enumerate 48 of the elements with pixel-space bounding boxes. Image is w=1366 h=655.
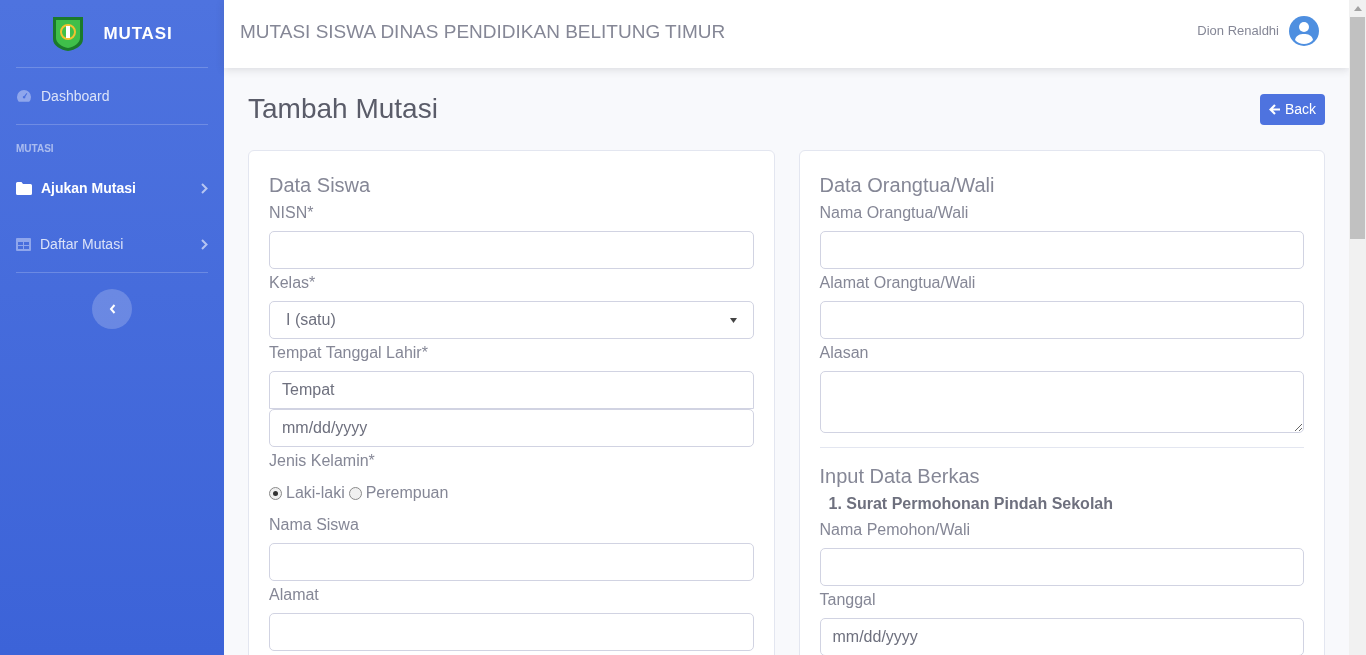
crest-logo bbox=[51, 15, 84, 52]
field-label: Nama Pemohon/Wali bbox=[819, 520, 972, 540]
input-field[interactable] bbox=[819, 231, 1304, 269]
input-field[interactable]: Tempat bbox=[269, 371, 754, 409]
folder-icon bbox=[16, 181, 32, 195]
back-button[interactable]: Back bbox=[1259, 93, 1325, 125]
field-label: Jenis Kelamin* bbox=[269, 451, 376, 471]
subheading: 1. Surat Permohonan Pindah Sekolah bbox=[827, 494, 1114, 514]
sidebar-heading: MUTASI bbox=[16, 142, 55, 156]
gauge-icon bbox=[16, 89, 32, 103]
input-field[interactable] bbox=[819, 301, 1304, 339]
input-field[interactable]: mm/dd/yyyy bbox=[269, 409, 754, 447]
input-field[interactable] bbox=[269, 543, 754, 581]
textarea-field[interactable] bbox=[819, 371, 1304, 433]
field-label: Nama Siswa bbox=[269, 515, 360, 535]
field-label: Tanggal bbox=[819, 590, 877, 610]
user-name[interactable]: Dion Renaldhi bbox=[1197, 21, 1279, 41]
sidebar-item[interactable]: Daftar Mutasi bbox=[16, 216, 208, 272]
field-label: Alamat Orangtua/Wali bbox=[819, 273, 977, 293]
select-field[interactable]: I (satu) bbox=[269, 301, 754, 339]
field-label: Tempat Tanggal Lahir* bbox=[269, 343, 429, 363]
section-title: Data Orangtua/Wali bbox=[819, 173, 996, 198]
scroll-up-icon bbox=[1353, 6, 1362, 11]
user-avatar-icon[interactable] bbox=[1289, 16, 1319, 46]
field-label: Kelas* bbox=[269, 273, 317, 293]
scrollbar[interactable] bbox=[1349, 0, 1366, 655]
sidebar-item[interactable]: Dashboard bbox=[16, 68, 208, 124]
field-label: Alamat bbox=[269, 585, 320, 605]
input-field[interactable] bbox=[819, 548, 1304, 586]
page-title: Tambah Mutasi bbox=[248, 92, 438, 126]
section-title: Data Siswa bbox=[269, 173, 372, 198]
input-field[interactable] bbox=[269, 231, 754, 269]
input-field[interactable] bbox=[269, 613, 754, 651]
table-icon bbox=[16, 237, 31, 251]
field-label: Alasan bbox=[819, 343, 870, 363]
sidebar-item[interactable]: Ajukan Mutasi bbox=[16, 160, 208, 216]
field-label: Nama Orangtua/Wali bbox=[819, 203, 970, 223]
radio-option[interactable]: Perempuan bbox=[348, 481, 449, 505]
app-title: MUTASI SISWA DINAS PENDIDIKAN BELITUNG TIMUR bbox=[240, 20, 726, 44]
sidebar-toggle-button[interactable] bbox=[92, 289, 132, 329]
caret-icon bbox=[729, 317, 737, 323]
input-field[interactable]: mm/dd/yyyy bbox=[819, 618, 1304, 655]
brand-name: MUTASI bbox=[103, 22, 173, 45]
arrow-left-icon bbox=[1268, 103, 1281, 115]
section-title: Input Data Berkas bbox=[819, 464, 981, 489]
radio-option[interactable]: Laki-laki bbox=[269, 481, 345, 505]
field-label: NISN* bbox=[269, 203, 315, 223]
chevron-left-icon bbox=[108, 304, 116, 314]
